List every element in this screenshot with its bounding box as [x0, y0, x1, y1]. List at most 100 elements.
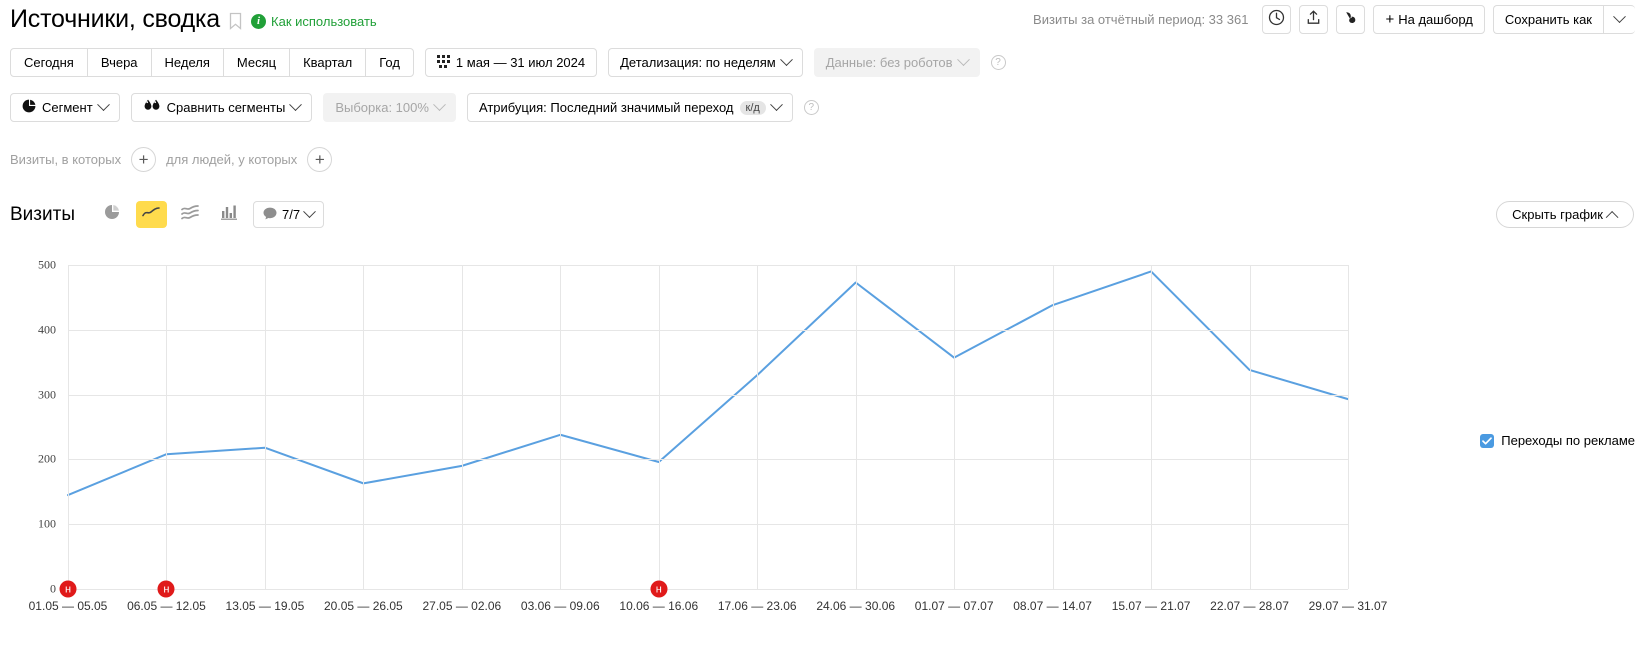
- x-axis-tick-label: 10.06 — 16.06: [619, 599, 699, 613]
- period-week[interactable]: Неделя: [150, 48, 224, 77]
- x-axis-tick-label: 27.05 — 02.06: [422, 599, 502, 613]
- export-button[interactable]: [1299, 5, 1329, 34]
- grid-line-vertical: [757, 265, 759, 589]
- x-axis-tick-label: 15.07 — 21.07: [1111, 599, 1191, 613]
- clock-history-icon: [1268, 9, 1285, 31]
- save-as-caret-button[interactable]: [1603, 5, 1635, 34]
- data-robots-dropdown[interactable]: Данные: без роботов: [813, 48, 980, 77]
- y-axis-tick-label: 200: [38, 451, 56, 466]
- period-month[interactable]: Месяц: [222, 48, 291, 77]
- x-axis-tick-label: 01.07 — 07.07: [914, 599, 994, 613]
- x-axis-tick-label: 13.05 — 19.05: [225, 599, 305, 613]
- pie-chart-icon: [104, 204, 120, 225]
- comments-count: 7/7: [281, 207, 301, 222]
- date-range-picker[interactable]: 1 мая — 31 июл 2024: [424, 48, 598, 77]
- y-axis-tick-label: 300: [38, 387, 56, 402]
- period-today[interactable]: Сегодня: [10, 48, 88, 77]
- sampling-dropdown[interactable]: Выборка: 100%: [323, 93, 456, 122]
- grid-line-vertical: [68, 265, 69, 589]
- segment-dropdown[interactable]: Сегмент: [10, 93, 120, 122]
- chevron-down-icon: [779, 53, 793, 67]
- how-to-use-link[interactable]: i Как использовать: [251, 13, 377, 29]
- hide-chart-button[interactable]: Скрыть график: [1496, 201, 1634, 228]
- x-axis-tick-label: 29.07 — 31.07: [1308, 599, 1388, 613]
- line-chart-icon: [142, 205, 161, 224]
- chevron-down-icon: [956, 53, 970, 67]
- grid-line-vertical: [264, 265, 266, 589]
- x-axis-tick-label: 06.05 — 12.05: [127, 599, 206, 613]
- data-robots-help-icon[interactable]: ?: [990, 55, 1006, 70]
- detalization-dropdown[interactable]: Детализация: по неделям: [608, 48, 803, 77]
- chevron-down-icon: [433, 98, 446, 112]
- title-group: Источники, сводка i Как использовать: [10, 4, 377, 34]
- save-as-label: Сохранить как: [1504, 12, 1592, 27]
- period-yesterday[interactable]: Вчера: [86, 48, 152, 77]
- add-people-filter-button[interactable]: +: [307, 147, 333, 172]
- grid-line-vertical: [363, 265, 365, 589]
- grid-line: [68, 394, 1348, 396]
- two-drops-icon: [143, 99, 161, 116]
- compare-segments-label: Сравнить сегменты: [166, 100, 286, 115]
- bar-chart-view-button[interactable]: [213, 201, 245, 228]
- y-axis-tick-label: 100: [38, 516, 56, 531]
- how-to-use-label: Как использовать: [271, 13, 377, 29]
- series-line-Переходы по рекламе[interactable]: [67, 270, 1349, 497]
- add-to-dashboard-button[interactable]: + На дашборд: [1373, 5, 1485, 34]
- attribution-dropdown[interactable]: Атрибуция: Последний значимый переход к/…: [466, 93, 793, 122]
- grid-line-vertical: [1151, 265, 1153, 589]
- pie-segment-icon: [22, 99, 36, 116]
- chevron-down-icon: [303, 205, 316, 219]
- compare-button[interactable]: [1336, 5, 1366, 34]
- detalization-label: Детализация: по неделям: [620, 55, 776, 70]
- compare-segments-dropdown[interactable]: Сравнить сегменты: [130, 93, 313, 122]
- info-icon: i: [251, 13, 267, 29]
- add-visits-filter-button[interactable]: +: [131, 147, 157, 172]
- legend-checkbox-ad-transitions[interactable]: [1480, 433, 1495, 448]
- filter-row: Визиты, в которых + для людей, у которых…: [10, 147, 333, 172]
- chevron-down-icon: [96, 98, 110, 112]
- chart-legend: Переходы по рекламе: [1480, 433, 1635, 448]
- period-quarter[interactable]: Квартал: [289, 48, 367, 77]
- grid-line-vertical: [560, 265, 562, 589]
- holiday-marker[interactable]: н: [157, 580, 175, 598]
- chart-toolbar: Визиты 7/7: [10, 201, 325, 228]
- period-year[interactable]: Год: [365, 48, 414, 77]
- visits-filter-label: Визиты, в которых: [10, 152, 122, 167]
- attribution-label: Атрибуция: Последний значимый переход: [478, 100, 734, 115]
- holiday-marker[interactable]: н: [59, 580, 77, 598]
- speech-bubble-icon: [263, 207, 277, 223]
- comments-dropdown[interactable]: 7/7: [252, 201, 325, 228]
- pie-chart-view-button[interactable]: [96, 201, 128, 228]
- chevron-up-icon: [1605, 210, 1619, 224]
- calendar-grid-icon: [436, 54, 450, 71]
- segment-label: Сегмент: [42, 100, 93, 115]
- holiday-marker[interactable]: н: [650, 580, 668, 598]
- chart-line-svg: [67, 270, 1349, 497]
- y-axis-tick-label: 0: [50, 581, 56, 596]
- chevron-down-icon: [289, 98, 303, 112]
- bookmark-icon[interactable]: [229, 12, 242, 30]
- grid-line: [68, 524, 1348, 526]
- save-as-group: Сохранить как: [1492, 5, 1635, 34]
- grid-line-vertical: [1348, 265, 1349, 589]
- area-chart-icon: [181, 204, 200, 225]
- data-robots-label: Данные: без роботов: [825, 55, 953, 70]
- x-axis-tick-label: 24.06 — 30.06: [816, 599, 896, 613]
- grid-line: [68, 459, 1348, 461]
- attribution-help-icon[interactable]: ?: [803, 100, 819, 115]
- chevron-down-icon: [1613, 10, 1626, 24]
- date-range-label: 1 мая — 31 июл 2024: [455, 55, 586, 70]
- bar-chart-icon: [221, 205, 238, 225]
- y-axis-tick-label: 500: [38, 257, 56, 272]
- grid-line-vertical: [658, 265, 660, 589]
- sampling-label: Выборка: 100%: [335, 100, 429, 115]
- line-chart-view-button[interactable]: [135, 201, 167, 228]
- history-button[interactable]: [1262, 5, 1292, 34]
- share-export-icon: [1305, 9, 1322, 31]
- attribution-badge: к/д: [739, 100, 766, 115]
- hide-chart-label: Скрыть график: [1512, 207, 1603, 222]
- area-chart-view-button[interactable]: [174, 201, 206, 228]
- chevron-down-icon: [769, 98, 783, 112]
- save-as-button[interactable]: Сохранить как: [1492, 5, 1603, 34]
- grid-line-vertical: [855, 265, 857, 589]
